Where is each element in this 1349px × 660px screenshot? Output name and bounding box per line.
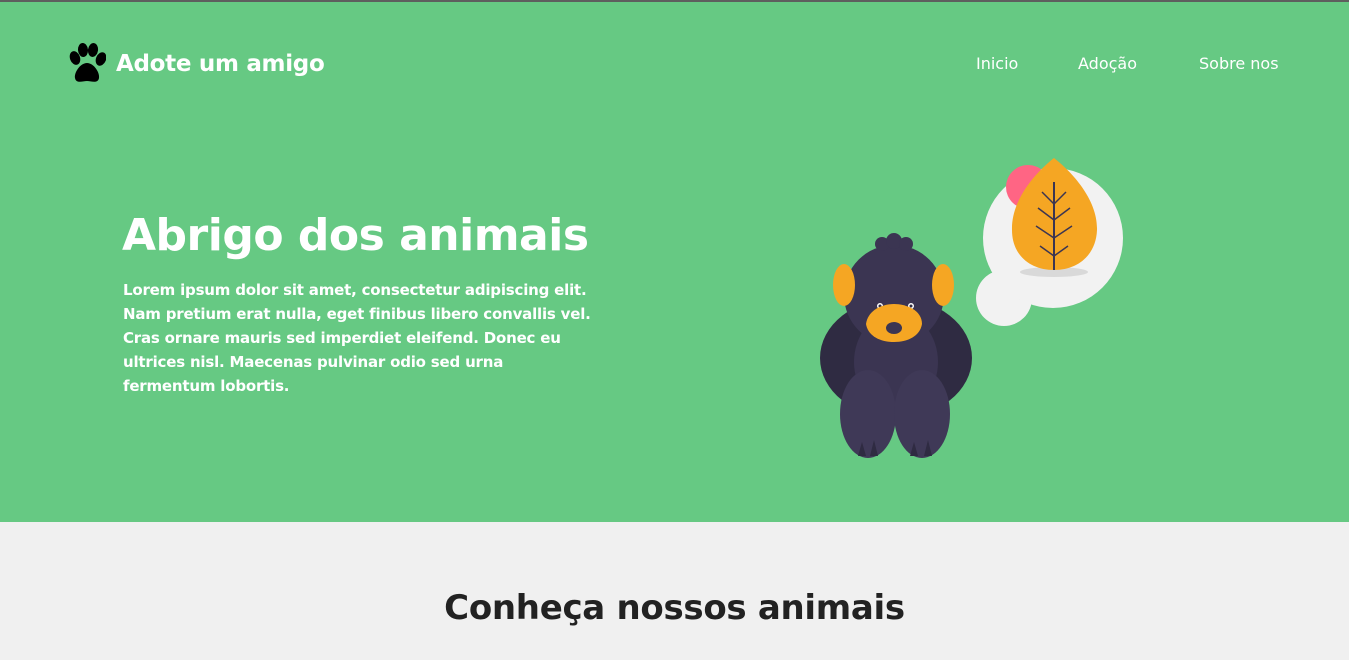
navbar: Adote um amigo Inicio Adoção Sobre nos: [0, 2, 1349, 122]
nav-link-adocao[interactable]: Adoção: [1078, 53, 1137, 75]
hero-title: Abrigo dos animais: [122, 210, 589, 261]
section-title: Conheça nossos animais: [444, 588, 905, 628]
main-nav: Inicio Adoção Sobre nos: [0, 53, 1349, 77]
hero-description: Lorem ipsum dolor sit amet, consectetur …: [123, 281, 591, 395]
nav-link-sobre-nos[interactable]: Sobre nos: [1199, 53, 1279, 75]
dog-dreaming-illustration: [810, 152, 1140, 462]
nav-link-inicio[interactable]: Inicio: [976, 53, 1018, 75]
hero-section: Adote um amigo Inicio Adoção Sobre nos A…: [0, 2, 1349, 522]
